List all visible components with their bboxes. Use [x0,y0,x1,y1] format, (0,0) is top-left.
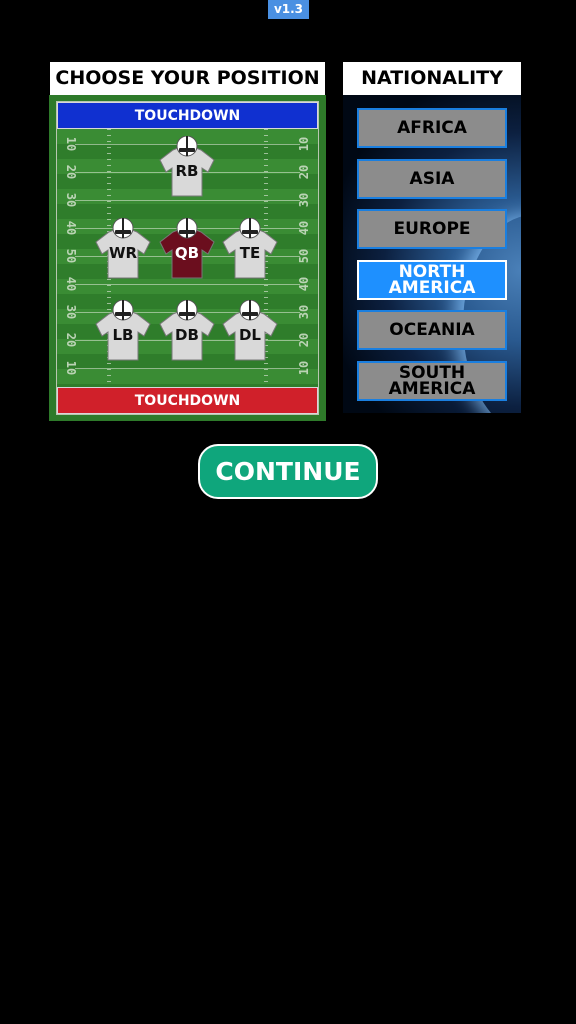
jersey-label: LB [112,326,134,344]
nationality-option-oceania[interactable]: OCEANIA [357,310,507,350]
yard-number: 40 [297,220,311,236]
nationality-option-label: AFRICA [397,118,467,138]
yard-number: 10 [64,136,78,152]
endzone-bottom: TOUCHDOWN [57,387,318,414]
jersey-qb[interactable]: QB [159,218,215,280]
jersey-label: WR [108,244,138,262]
yard-number: 30 [297,304,311,320]
yard-number: 20 [297,332,311,348]
yard-number: 40 [64,276,78,292]
jersey-label: TE [239,244,261,262]
nationality-option-label: NORTH AMERICA [388,261,476,298]
yard-number: 50 [297,248,311,264]
jersey-wr[interactable]: WR [95,218,151,280]
nationality-option-north-america[interactable]: NORTH AMERICA [357,259,507,300]
yard-number: 40 [64,220,78,236]
yard-number: 20 [297,164,311,180]
yard-line [75,200,300,201]
jersey-db[interactable]: DB [159,300,215,362]
jersey-rb[interactable]: RB [159,136,215,198]
jersey-lb[interactable]: LB [95,300,151,362]
nationality-option-label: ASIA [409,168,455,189]
nationality-option-asia[interactable]: ASIA [357,158,507,199]
version-badge: v1.3 [268,0,309,19]
nationality-option-south-america[interactable]: SOUTH AMERICA [357,360,507,401]
yard-number: 20 [64,332,78,348]
yard-number: 10 [64,360,78,376]
yard-number: 10 [297,360,311,376]
yard-line [75,284,300,285]
jersey-label: RB [175,162,199,180]
nationality-panel-title: NATIONALITY [343,62,521,95]
yard-number: 40 [297,276,311,292]
yard-number: 30 [297,192,311,208]
nationality-option-label: OCEANIA [389,320,475,340]
endzone-top: TOUCHDOWN [57,102,318,129]
continue-button[interactable]: CONTINUE [198,444,378,499]
nationality-option-europe[interactable]: EUROPE [357,209,507,249]
jersey-label: DL [238,326,261,344]
yard-number: 50 [64,248,78,264]
jersey-dl[interactable]: DL [222,300,278,362]
jersey-label: QB [174,244,200,262]
yard-line [75,368,300,369]
yard-number: 30 [64,192,78,208]
jersey-label: DB [175,326,199,344]
nationality-option-africa[interactable]: AFRICA [357,108,507,148]
position-panel-title: CHOOSE YOUR POSITION [50,62,325,95]
yard-number: 30 [64,304,78,320]
nationality-option-label: EUROPE [393,219,471,239]
jersey-te[interactable]: TE [222,218,278,280]
nationality-panel: AFRICA ASIA EUROPE NORTH AMERICA OCEANIA SOUT… [343,95,521,413]
yard-number: 10 [297,136,311,152]
yard-number: 20 [64,164,78,180]
nationality-option-label: SOUTH AMERICA [388,362,476,399]
